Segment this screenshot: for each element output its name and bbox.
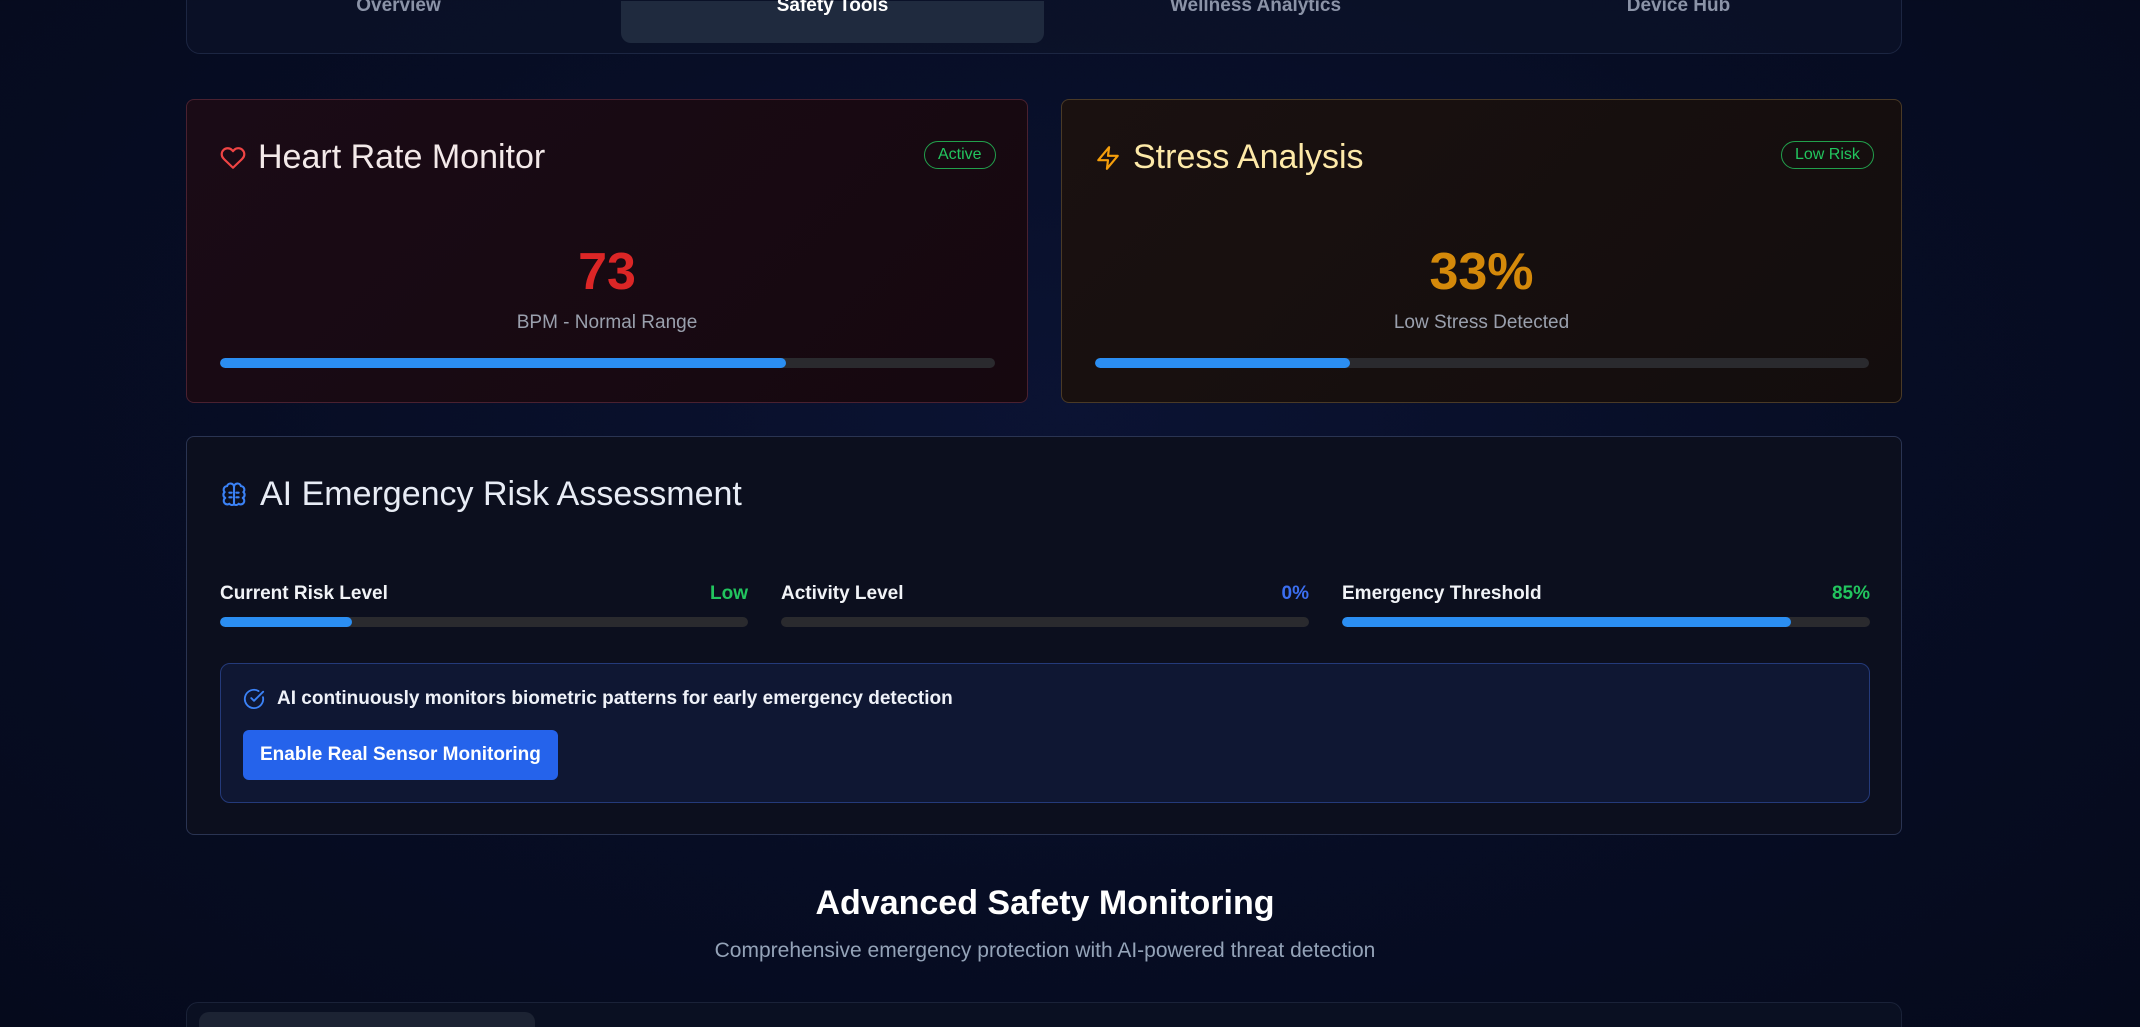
risk-badge: Low Risk — [1781, 141, 1874, 169]
panel-tab[interactable] — [199, 1012, 535, 1027]
metric-value: 0% — [1281, 583, 1309, 604]
tab-device-hub[interactable]: Device Hub — [1467, 0, 1890, 43]
heart-rate-value: 73 — [578, 243, 636, 301]
section-title: Advanced Safety Monitoring — [815, 884, 1275, 922]
enable-sensor-monitoring-button[interactable]: Enable Real Sensor Monitoring — [243, 730, 558, 780]
metric-label: Current Risk Level — [220, 583, 388, 604]
tab-label: Safety Tools — [776, 0, 889, 16]
safety-monitoring-panel — [186, 1002, 1902, 1027]
stress-title-text: Stress Analysis — [1133, 138, 1364, 176]
lightning-icon — [1095, 144, 1121, 172]
ai-assessment-title: AI Emergency Risk Assessment — [220, 475, 742, 514]
metric-progress-fill — [1342, 617, 1791, 627]
stress-title: Stress Analysis — [1095, 138, 1364, 177]
metric-current-risk: Current Risk Level Low — [220, 583, 748, 627]
ai-risk-assessment-card: AI Emergency Risk Assessment Current Ris… — [186, 436, 1902, 835]
section-subtitle: Comprehensive emergency protection with … — [714, 939, 1376, 962]
heart-rate-title: Heart Rate Monitor — [220, 138, 545, 177]
heart-rate-title-text: Heart Rate Monitor — [258, 138, 546, 176]
stress-card: Stress Analysis Low Risk 33% Low Stress … — [1061, 99, 1902, 403]
ai-info-line: AI continuously monitors biometric patte… — [243, 688, 953, 710]
stress-progress — [1095, 358, 1869, 368]
stress-progress-fill — [1095, 358, 1351, 368]
tab-label: Wellness Analytics — [1169, 0, 1342, 16]
stress-label: Low Stress Detected — [1393, 312, 1570, 333]
metric-progress-fill — [220, 617, 352, 627]
metric-activity-level: Activity Level 0% — [781, 583, 1309, 627]
ai-info-text: AI continuously monitors biometric patte… — [277, 688, 953, 709]
metric-progress — [1342, 617, 1870, 627]
ai-assessment-title-text: AI Emergency Risk Assessment — [260, 475, 742, 513]
ai-info-box: AI continuously monitors biometric patte… — [220, 663, 1870, 803]
metric-value: Low — [710, 583, 748, 604]
tab-bar: Overview Safety Tools Wellness Analytics… — [186, 0, 1902, 54]
metric-emergency-threshold: Emergency Threshold 85% — [1342, 583, 1870, 627]
heart-rate-card: Heart Rate Monitor Active 73 BPM - Norma… — [186, 99, 1028, 403]
tab-wellness-analytics[interactable]: Wellness Analytics — [1044, 0, 1467, 43]
brain-icon — [220, 481, 248, 509]
heart-rate-label: BPM - Normal Range — [516, 312, 698, 333]
metric-label: Emergency Threshold — [1342, 583, 1542, 604]
tab-label: Overview — [356, 0, 441, 16]
status-badge: Active — [924, 141, 996, 169]
metric-value: 85% — [1831, 583, 1870, 604]
metric-progress — [781, 617, 1309, 627]
tab-label: Device Hub — [1626, 0, 1731, 16]
heart-rate-progress — [220, 358, 995, 368]
metric-progress — [220, 617, 748, 627]
tab-safety-tools[interactable]: Safety Tools — [621, 0, 1044, 43]
check-circle-icon — [243, 688, 265, 710]
heart-rate-progress-fill — [220, 358, 786, 368]
heart-icon — [220, 145, 246, 171]
stress-value: 33% — [1429, 243, 1534, 301]
tab-overview[interactable]: Overview — [187, 0, 610, 43]
metric-label: Activity Level — [781, 583, 904, 604]
